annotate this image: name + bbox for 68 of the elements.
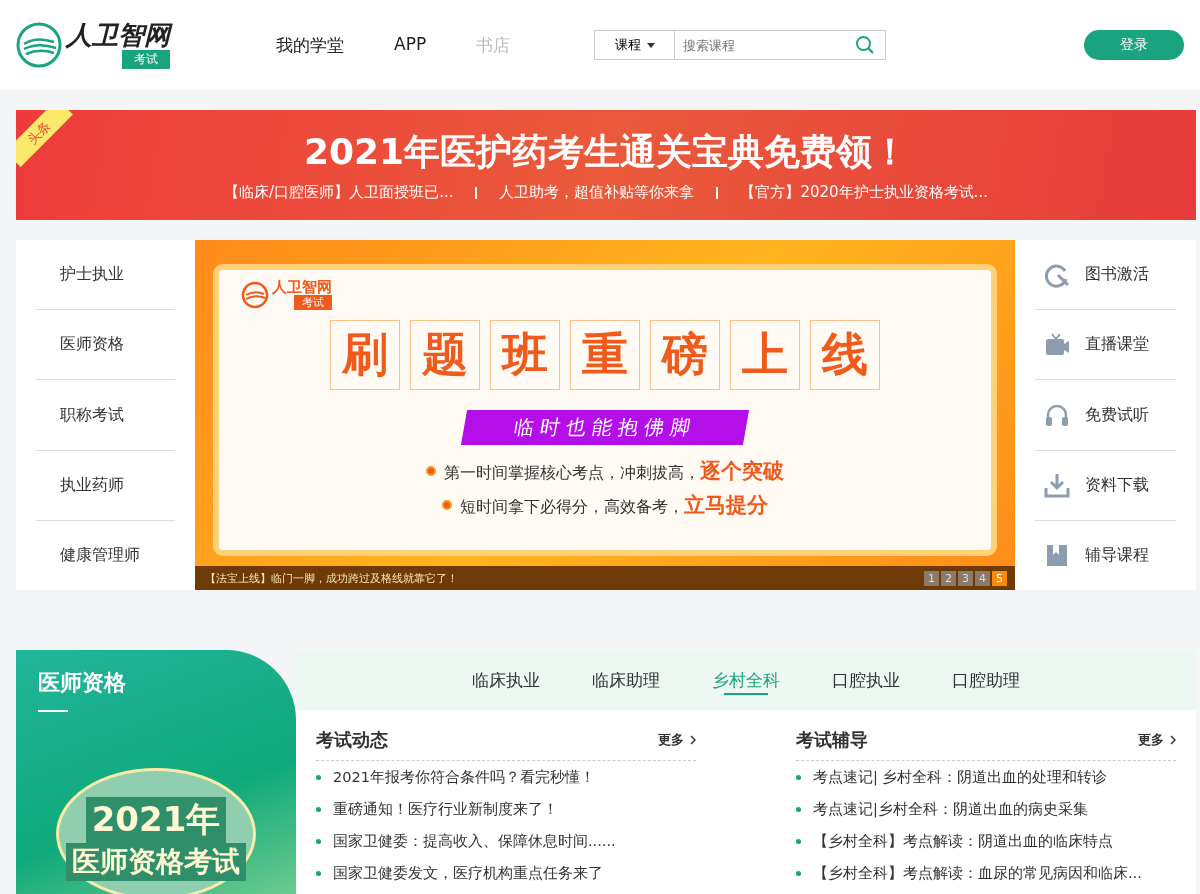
bullet-dot-icon <box>442 500 452 510</box>
bullet-icon <box>796 806 801 812</box>
category-link[interactable]: 职称考试 <box>36 380 175 451</box>
slogan-ribbon: 临时也能抱佛脚 <box>460 410 750 445</box>
category-link[interactable]: 护士执业 <box>36 240 175 311</box>
slide-text: 短时间拿下必得分，高效备考，立马提分 <box>460 492 768 519</box>
news-link[interactable]: 考点速记| 乡村全科：阴道出血的处理和转诊 <box>813 767 1108 787</box>
news-link[interactable]: 【乡村全科】考点解读：阴道出血的临床特点 <box>813 831 1113 851</box>
headline-link[interactable]: 【临床/口腔医师】人卫面授班已... <box>224 183 454 202</box>
category-link[interactable]: 医师资格 <box>36 310 175 381</box>
section-title: 医师资格 <box>38 669 126 697</box>
nav-link[interactable]: 我的学堂 <box>276 33 344 57</box>
nav-link[interactable]: APP <box>394 33 427 57</box>
download-icon[interactable] <box>1043 471 1071 500</box>
brand-wordmark: 人卫智网 <box>272 280 332 295</box>
brand-emblem-icon <box>241 281 269 309</box>
headline-character: 线 <box>810 320 880 390</box>
news-link[interactable]: 考点速记|乡村全科：阴道出血的病史采集 <box>813 799 1088 819</box>
headline-link[interactable]: 【官方】2020年护士执业资格考试... <box>740 183 988 202</box>
search-field[interactable]: 课程 搜索课程 <box>594 30 886 60</box>
logo-tag: 考试 <box>122 49 170 69</box>
bullet-icon <box>796 838 801 844</box>
category-link[interactable]: 健康管理师 <box>36 520 175 590</box>
slide-text: 第一时间掌握核心考点，冲刺拔高，逐个突破 <box>444 458 784 485</box>
headline-character: 题 <box>410 320 480 390</box>
bullet-icon <box>316 838 321 844</box>
bullet-dot-icon <box>426 466 436 476</box>
logo-emblem-icon <box>16 22 62 68</box>
chevron-right-icon <box>690 735 696 745</box>
caret-icon <box>646 42 655 48</box>
headline-character: 磅 <box>650 320 720 390</box>
column-title: 考试辅导 <box>796 728 868 752</box>
headline-character: 刷 <box>330 320 400 390</box>
headline-character: 上 <box>730 320 800 390</box>
headline-character: 重 <box>570 320 640 390</box>
bullet-icon <box>316 870 321 876</box>
tab[interactable]: 口腔执业 <box>832 650 900 710</box>
column-title: 考试动态 <box>316 728 388 752</box>
tab[interactable]: 临床执业 <box>472 650 540 710</box>
poster-text: 医师资格考试 <box>66 842 246 881</box>
news-link[interactable]: 重磅通知！医疗行业新制度来了！ <box>333 799 558 819</box>
search-icon[interactable] <box>855 35 875 55</box>
headline-badge: 头条 <box>16 110 73 167</box>
slide-caption: 【法宝上线】临门一脚，成功跨过及格线就靠它了！ <box>205 570 458 586</box>
headline-title[interactable]: 2021年医护药考生通关宝典免费领！ <box>303 128 909 177</box>
headline-character: 班 <box>490 320 560 390</box>
service-link[interactable]: 辅导课程 <box>1085 544 1149 566</box>
tab[interactable]: 口腔助理 <box>952 650 1020 710</box>
bullet-icon <box>316 806 321 812</box>
service-link[interactable]: 图书激活 <box>1085 264 1149 286</box>
bullet-icon <box>796 870 801 876</box>
news-link[interactable]: 国家卫健委：提高收入、保障休息时间...... <box>333 831 616 851</box>
headline-link[interactable]: 人卫助考，超值补贴等你来拿 <box>499 183 695 202</box>
service-link[interactable]: 资料下载 <box>1085 474 1149 496</box>
service-link[interactable]: 直播课堂 <box>1085 334 1149 356</box>
poster-text: 2021年 <box>85 796 227 843</box>
news-link[interactable]: 国家卫健委发文，医疗机构重点任务来了 <box>333 863 603 883</box>
more-link[interactable]: 更多 <box>658 731 696 749</box>
chevron-right-icon <box>1170 735 1176 745</box>
news-link[interactable]: 2021年报考你符合条件吗？看完秒懂！ <box>333 767 595 787</box>
bullet-icon <box>796 774 801 780</box>
news-link[interactable]: 【乡村全科】考点解读：血尿的常见病因和临床... <box>813 863 1142 883</box>
bullet-icon <box>316 774 321 780</box>
service-link[interactable]: 免费试听 <box>1085 404 1149 426</box>
more-link[interactable]: 更多 <box>1138 731 1176 749</box>
tab[interactable]: 临床助理 <box>592 650 660 710</box>
brand-tag: 考试 <box>294 295 332 310</box>
category-link[interactable]: 执业药师 <box>36 450 175 521</box>
